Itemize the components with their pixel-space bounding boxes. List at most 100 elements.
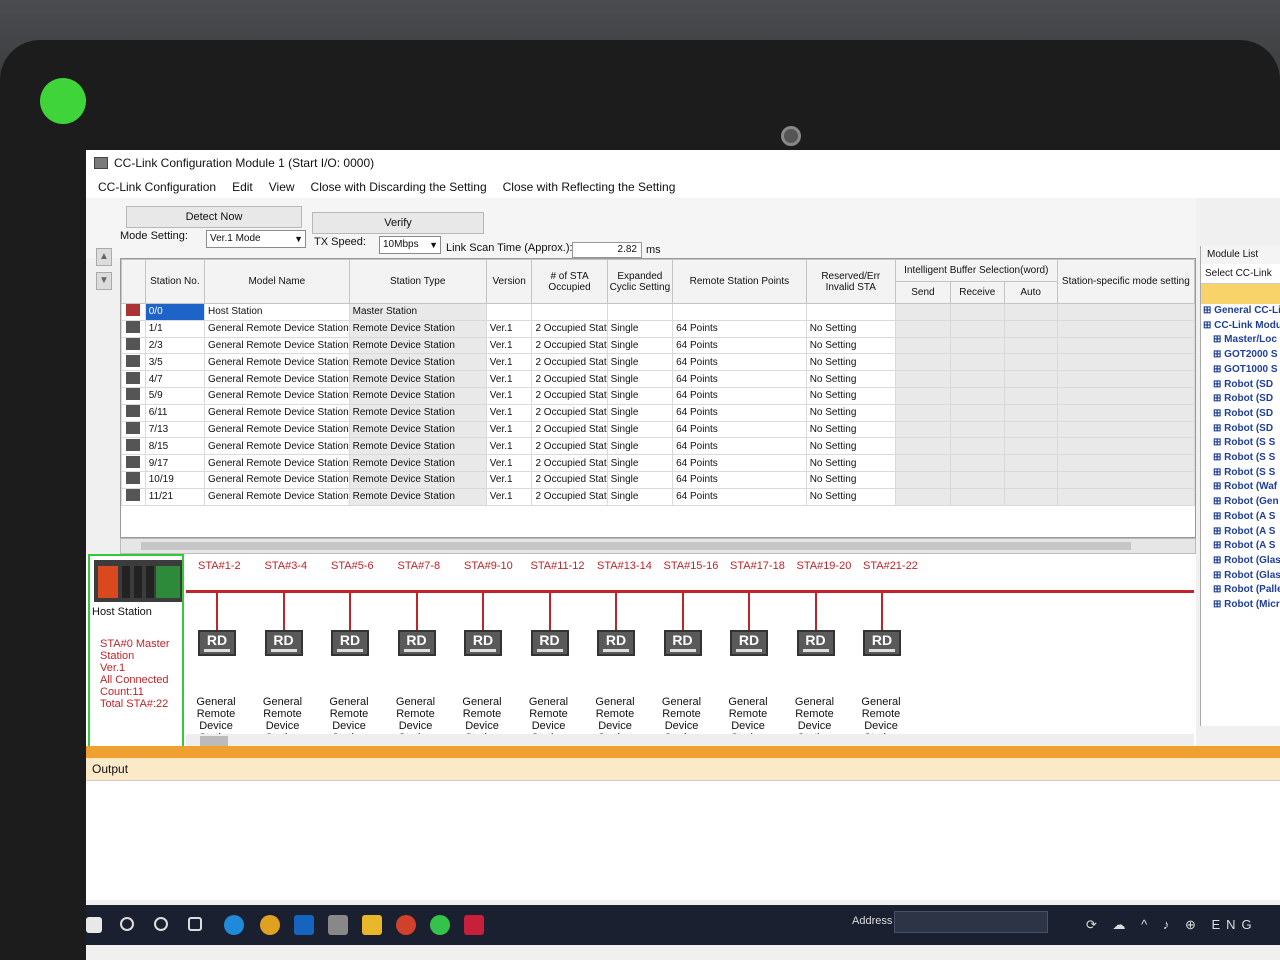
cell-type[interactable]: Remote Device Station <box>348 336 487 355</box>
cell-empty[interactable] <box>894 454 952 472</box>
expand-icon[interactable]: ⊞ <box>1213 481 1224 492</box>
station-icon-cell[interactable] <box>121 420 146 439</box>
cell-empty[interactable] <box>1003 454 1058 472</box>
cell-points[interactable]: 64 Points <box>672 353 807 372</box>
cell-reserved[interactable]: No Setting <box>805 470 896 489</box>
cell-occupied[interactable]: 2 Occupied Stat <box>531 487 608 506</box>
table-row[interactable]: 11/21 General Remote Device Station Remote… <box>121 487 1195 506</box>
cell-model[interactable]: General Remote Device Station <box>204 454 350 472</box>
module-list-item[interactable]: ⊞ Robot (Waf <box>1201 480 1280 495</box>
module-list-item[interactable]: ⊞ GOT1000 S <box>1201 363 1280 378</box>
cell-points[interactable] <box>672 303 807 321</box>
cell-empty[interactable] <box>1003 403 1058 422</box>
expand-icon[interactable]: ⊞ <box>1213 570 1224 581</box>
module-list-item[interactable]: ⊞ Robot (Micr <box>1201 598 1280 613</box>
cell-empty[interactable] <box>894 487 952 506</box>
cell-empty[interactable] <box>1056 336 1195 355</box>
remote-device-icon[interactable]: RD <box>264 630 303 656</box>
cell-empty[interactable] <box>1003 353 1058 372</box>
cell-occupied[interactable]: 2 Occupied Stat <box>531 386 608 405</box>
cell-occupied[interactable]: 2 Occupied Stat <box>531 437 608 456</box>
station-icon-cell[interactable] <box>121 470 146 489</box>
cell-occupied[interactable]: 2 Occupied Stat <box>531 403 608 422</box>
cell-cyclic[interactable]: Single <box>606 470 674 489</box>
cell-cyclic[interactable]: Single <box>606 336 674 355</box>
remote-device-icon[interactable]: RD <box>198 630 236 656</box>
cell-occupied[interactable]: 2 Occupied Stat <box>531 353 608 372</box>
cell-station[interactable]: 1/1 <box>144 319 206 338</box>
cell-version[interactable]: Ver.1 <box>485 454 533 472</box>
module-list-toolbar[interactable] <box>1201 284 1280 304</box>
expand-icon[interactable]: ⊞ <box>1203 320 1214 331</box>
menu-edit[interactable]: Edit <box>232 180 253 194</box>
cell-points[interactable]: 64 Points <box>672 420 807 439</box>
line-icon[interactable] <box>430 915 450 935</box>
cell-cyclic[interactable]: Single <box>606 319 674 338</box>
language-indicator[interactable]: ENG <box>1211 917 1257 932</box>
cell-points[interactable]: 64 Points <box>672 470 807 489</box>
cell-empty[interactable] <box>1056 470 1195 489</box>
cell-empty[interactable] <box>1003 470 1058 489</box>
cell-reserved[interactable]: No Setting <box>805 319 896 338</box>
cell-type[interactable]: Master Station <box>348 303 487 321</box>
cell-empty[interactable] <box>894 420 952 439</box>
cell-model[interactable]: General Remote Device Station <box>204 487 350 506</box>
cell-empty[interactable] <box>894 303 952 321</box>
cell-cyclic[interactable]: Single <box>606 403 674 422</box>
cell-reserved[interactable]: No Setting <box>805 420 896 439</box>
cell-station[interactable]: 0/0 <box>144 303 206 321</box>
table-row[interactable]: 7/13 General Remote Device Station Remote … <box>121 420 1195 439</box>
cell-points[interactable]: 64 Points <box>672 370 807 388</box>
tx-speed-select[interactable]: 10Mbps ▼ <box>379 236 441 254</box>
cell-version[interactable]: Ver.1 <box>485 353 533 372</box>
station-icon-cell[interactable] <box>121 319 146 338</box>
cell-empty[interactable] <box>1003 370 1058 388</box>
cell-version[interactable]: Ver.1 <box>485 470 533 489</box>
remote-device-icon[interactable]: RD <box>663 630 702 656</box>
cell-points[interactable]: 64 Points <box>672 454 807 472</box>
move-up-icon[interactable]: ▲ <box>96 248 112 266</box>
expand-icon[interactable]: ⊞ <box>1213 393 1224 404</box>
menu-cc-link-configuration[interactable]: CC-Link Configuration <box>98 180 216 194</box>
cell-model[interactable]: General Remote Device Station <box>204 319 350 338</box>
cell-version[interactable]: Ver.1 <box>485 336 533 355</box>
cell-occupied[interactable] <box>531 303 608 321</box>
module-list-item[interactable]: ⊞ Robot (S S <box>1201 436 1280 451</box>
expand-icon[interactable]: ⊞ <box>1213 334 1224 345</box>
table-row[interactable]: 1/1 General Remote Device Station Remote D… <box>121 319 1195 338</box>
cell-version[interactable] <box>485 303 533 321</box>
cell-empty[interactable] <box>1056 386 1195 405</box>
table-row[interactable]: 4/7 General Remote Device Station Remote D… <box>121 370 1195 388</box>
cell-model[interactable]: General Remote Device Station <box>204 403 350 422</box>
table-row[interactable]: 3/5 General Remote Device Station Remote D… <box>121 353 1195 372</box>
remote-device-icon[interactable]: RD <box>464 630 502 656</box>
expand-icon[interactable]: ⊞ <box>1213 467 1224 478</box>
cell-type[interactable]: Remote Device Station <box>348 353 487 372</box>
cell-type[interactable]: Remote Device Station <box>348 437 487 456</box>
verify-button[interactable]: Verify <box>312 212 484 234</box>
expand-icon[interactable]: ⊞ <box>1213 349 1224 360</box>
cell-empty[interactable] <box>1056 319 1195 338</box>
cell-empty[interactable] <box>1003 487 1058 506</box>
cell-station[interactable]: 3/5 <box>144 353 206 372</box>
scrollbar-thumb[interactable] <box>141 542 1131 550</box>
cell-model[interactable]: Host Station <box>204 303 350 321</box>
cell-empty[interactable] <box>894 353 952 372</box>
expand-icon[interactable]: ⊞ <box>1213 540 1224 551</box>
cell-station[interactable]: 8/15 <box>144 437 206 456</box>
cell-empty[interactable] <box>894 403 952 422</box>
cell-empty[interactable] <box>950 470 1005 489</box>
file-explorer-icon[interactable] <box>362 915 382 935</box>
cell-reserved[interactable]: No Setting <box>805 336 896 355</box>
cell-station[interactable]: 6/11 <box>144 403 206 422</box>
menu-view[interactable]: View <box>269 180 295 194</box>
cell-type[interactable]: Remote Device Station <box>348 470 487 489</box>
cell-cyclic[interactable]: Single <box>606 454 674 472</box>
station-icon-cell[interactable] <box>121 386 146 405</box>
cell-occupied[interactable]: 2 Occupied Stat <box>531 370 608 388</box>
station-icon-cell[interactable] <box>121 370 146 388</box>
station-icon-cell[interactable] <box>121 353 146 372</box>
cell-reserved[interactable]: No Setting <box>805 403 896 422</box>
cell-points[interactable]: 64 Points <box>672 437 807 456</box>
cell-empty[interactable] <box>1056 370 1195 388</box>
